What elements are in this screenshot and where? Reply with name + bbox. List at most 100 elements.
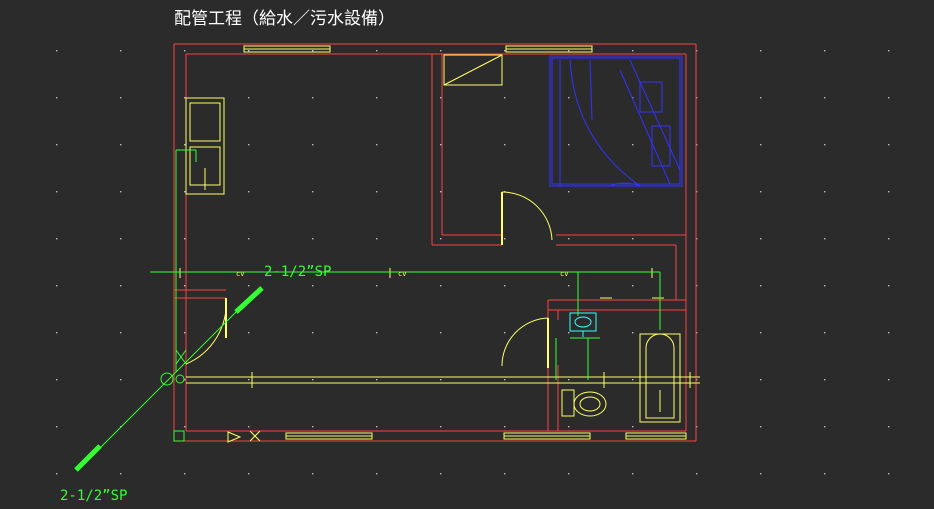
grid-dot bbox=[376, 144, 378, 146]
check-valve-label-2: cv bbox=[398, 270, 406, 278]
grid-dot bbox=[888, 426, 890, 428]
grid-dot bbox=[120, 97, 122, 99]
grid-dot bbox=[760, 473, 762, 475]
grid-dot bbox=[184, 426, 186, 428]
grid-dot bbox=[504, 473, 506, 475]
grid-dot bbox=[440, 332, 442, 334]
grid-dot bbox=[632, 426, 634, 428]
grid-dot bbox=[888, 50, 890, 52]
grid-dot bbox=[376, 285, 378, 287]
grid-dot bbox=[568, 332, 570, 334]
grid-dot bbox=[888, 473, 890, 475]
grid-dot bbox=[504, 144, 506, 146]
grid-dot bbox=[248, 144, 250, 146]
grid-dot bbox=[184, 97, 186, 99]
grid-dot bbox=[888, 332, 890, 334]
drawing-title: 配管工程（給水／污水設備） bbox=[174, 9, 395, 29]
grid-dot bbox=[568, 97, 570, 99]
grid-dot bbox=[248, 285, 250, 287]
grid-dot bbox=[568, 285, 570, 287]
grid-dot bbox=[760, 332, 762, 334]
fixtures bbox=[179, 45, 700, 443]
grid-dot bbox=[696, 473, 698, 475]
grid-dot bbox=[312, 97, 314, 99]
grid-dot bbox=[824, 144, 826, 146]
grid-dot bbox=[120, 144, 122, 146]
grid-dot bbox=[824, 191, 826, 193]
grid-dot bbox=[632, 144, 634, 146]
grid-dot bbox=[440, 97, 442, 99]
grid-dot bbox=[568, 379, 570, 381]
grid-dot bbox=[888, 238, 890, 240]
grid-dot bbox=[504, 97, 506, 99]
grid-dots bbox=[56, 50, 890, 475]
grid-dot bbox=[632, 332, 634, 334]
grid-dot bbox=[824, 332, 826, 334]
grid-dot bbox=[120, 238, 122, 240]
grid-dot bbox=[888, 97, 890, 99]
grid-dot bbox=[760, 191, 762, 193]
grid-dot bbox=[824, 473, 826, 475]
grid-dot bbox=[376, 332, 378, 334]
grid-dot bbox=[376, 379, 378, 381]
grid-dot bbox=[184, 191, 186, 193]
grid-dot bbox=[632, 379, 634, 381]
grid-dot bbox=[248, 191, 250, 193]
grid-dot bbox=[120, 285, 122, 287]
grid-dot bbox=[312, 50, 314, 52]
grid-dot bbox=[56, 238, 58, 240]
grid-dot bbox=[568, 191, 570, 193]
grid-dot bbox=[184, 473, 186, 475]
grid-dot bbox=[440, 379, 442, 381]
grid-dot bbox=[120, 473, 122, 475]
grid-dot bbox=[120, 332, 122, 334]
grid-dot bbox=[568, 473, 570, 475]
grid-dot bbox=[376, 426, 378, 428]
grid-dot bbox=[824, 426, 826, 428]
grid-dot bbox=[184, 285, 186, 287]
grid-dot bbox=[56, 50, 58, 52]
grid-dot bbox=[504, 379, 506, 381]
grid-dot bbox=[56, 97, 58, 99]
grid-dot bbox=[440, 50, 442, 52]
grid-dot bbox=[504, 285, 506, 287]
grid-dot bbox=[312, 379, 314, 381]
grid-dot bbox=[56, 191, 58, 193]
grid-dot bbox=[184, 50, 186, 52]
grid-dot bbox=[504, 238, 506, 240]
grid-dot bbox=[56, 285, 58, 287]
grid-dot bbox=[312, 426, 314, 428]
grid-dot bbox=[888, 144, 890, 146]
check-valve-label-1: cv bbox=[236, 270, 244, 278]
bed-furniture bbox=[549, 55, 683, 187]
grid-dot bbox=[312, 285, 314, 287]
grid-dot bbox=[376, 97, 378, 99]
grid-dot bbox=[824, 238, 826, 240]
grid-dot bbox=[504, 332, 506, 334]
grid-dot bbox=[440, 144, 442, 146]
grid-dot bbox=[312, 332, 314, 334]
grid-dot bbox=[440, 191, 442, 193]
grid-dot bbox=[760, 285, 762, 287]
grid-dot bbox=[312, 473, 314, 475]
grid-dot bbox=[760, 379, 762, 381]
grid-dot bbox=[632, 473, 634, 475]
check-valve-label-3: cv bbox=[560, 270, 568, 278]
grid-dot bbox=[184, 144, 186, 146]
grid-dot bbox=[56, 426, 58, 428]
grid-dot bbox=[120, 379, 122, 381]
grid-dot bbox=[56, 332, 58, 334]
grid-dot bbox=[376, 191, 378, 193]
grid-dot bbox=[184, 238, 186, 240]
grid-dot bbox=[440, 285, 442, 287]
grid-dot bbox=[824, 379, 826, 381]
grid-dot bbox=[632, 50, 634, 52]
grid-dot bbox=[504, 50, 506, 52]
grid-dot bbox=[888, 379, 890, 381]
grid-dot bbox=[312, 144, 314, 146]
grid-dot bbox=[760, 426, 762, 428]
grid-dot bbox=[888, 191, 890, 193]
floor-plan-drawing: 配管工程（給水／污水設備） cv cv cv 2-1/2”SP 2-1/2”SP bbox=[56, 9, 890, 504]
grid-dot bbox=[440, 426, 442, 428]
grid-dot bbox=[120, 191, 122, 193]
